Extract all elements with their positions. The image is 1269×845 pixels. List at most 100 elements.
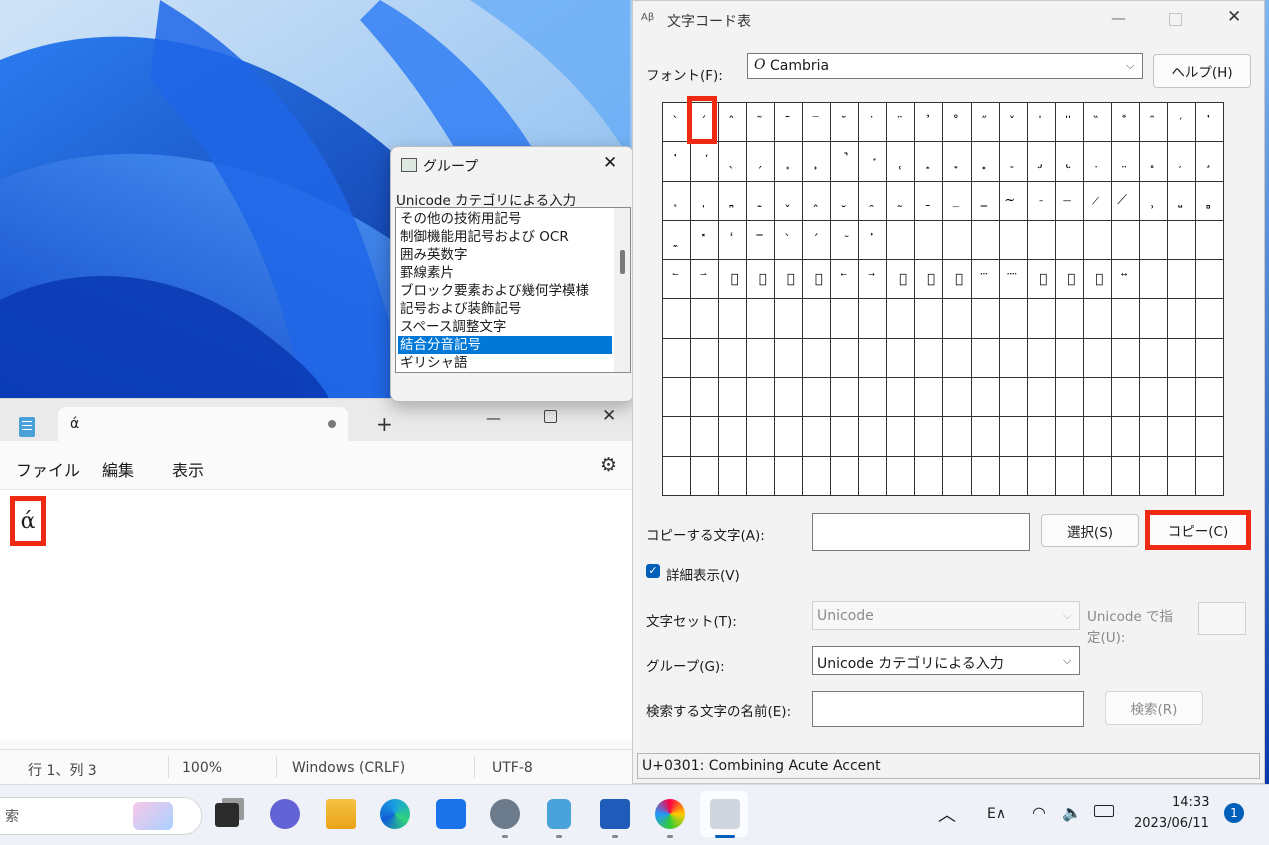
char-cell[interactable]: ⃛ — [971, 260, 1000, 300]
char-cell[interactable] — [1167, 220, 1196, 261]
char-cell[interactable]: ̾ — [719, 220, 748, 261]
char-cell[interactable] — [943, 378, 972, 418]
char-cell[interactable] — [775, 299, 804, 339]
teams-chat-icon[interactable] — [270, 799, 300, 829]
char-cell[interactable]: ⃘ — [887, 260, 916, 300]
char-cell[interactable] — [1111, 220, 1140, 261]
char-cell[interactable] — [999, 378, 1028, 418]
char-cell[interactable]: ̀ — [775, 220, 804, 261]
group-list-item[interactable]: 罫線素片 — [398, 264, 612, 282]
character-grid[interactable]: ̀ ́ ̂ ̃ ̄ ̅ ̆ ̇ ̈ ̉ ̊ ̋ ̌ ̍ ̎ ̏ ̐ ̑ ̒ ̓ … — [662, 102, 1224, 496]
microsoft-store-icon[interactable] — [436, 799, 466, 829]
wifi-icon[interactable]: ◠ — [1032, 803, 1046, 822]
search-input[interactable] — [812, 691, 1084, 727]
char-cell[interactable] — [719, 456, 748, 496]
char-cell[interactable]: ⃡ — [1111, 260, 1140, 300]
char-cell[interactable]: ̪ — [719, 181, 748, 221]
char-cell[interactable]: ̑ — [1139, 103, 1168, 143]
char-cell[interactable]: ̃ — [747, 103, 776, 143]
char-cell[interactable] — [831, 378, 860, 418]
char-cell[interactable]: ̰ — [887, 181, 916, 221]
char-cell[interactable]: ̣ — [1083, 142, 1112, 182]
char-cell[interactable] — [1055, 417, 1084, 457]
char-cell[interactable] — [1111, 417, 1140, 457]
taskbar-search[interactable]: 索 — [0, 797, 202, 835]
char-cell[interactable] — [775, 417, 804, 457]
char-cell[interactable]: ̹ — [1139, 181, 1168, 221]
char-cell[interactable] — [1139, 417, 1168, 457]
char-cell[interactable]: ̥ — [1139, 142, 1168, 182]
char-cell[interactable]: ̼ — [663, 220, 692, 261]
char-cell[interactable] — [1139, 378, 1168, 418]
char-cell[interactable] — [971, 299, 1000, 339]
char-cell[interactable]: ⃖ — [831, 260, 860, 300]
char-cell[interactable] — [691, 338, 720, 379]
char-cell[interactable]: ̗ — [747, 142, 776, 182]
char-cell[interactable] — [971, 456, 1000, 496]
char-cell[interactable]: ̊ — [943, 103, 972, 143]
char-cell[interactable] — [1083, 220, 1112, 261]
char-cell[interactable] — [859, 378, 888, 418]
char-cell[interactable] — [1027, 417, 1056, 457]
notepad-taskbar-icon[interactable] — [547, 799, 571, 829]
char-cell[interactable]: ̈ — [887, 103, 916, 143]
char-cell[interactable]: ⃙ — [915, 260, 944, 300]
char-cell[interactable]: ̦ — [1167, 142, 1196, 182]
char-cell[interactable]: ⃑ — [691, 260, 720, 300]
char-cell[interactable] — [887, 456, 916, 496]
char-cell[interactable]: ̂ — [719, 103, 748, 143]
char-cell[interactable] — [1055, 378, 1084, 418]
close-button[interactable]: ✕ — [603, 153, 617, 173]
char-cell[interactable] — [971, 220, 1000, 261]
menu-file[interactable]: ファイル — [16, 457, 80, 481]
char-cell[interactable] — [1083, 456, 1112, 496]
char-cell[interactable]: ⃞ — [1055, 260, 1084, 300]
char-cell[interactable] — [915, 378, 944, 418]
char-cell[interactable] — [971, 417, 1000, 457]
char-cell[interactable]: ̐ — [1111, 103, 1140, 143]
group-list-item[interactable]: その他の技術用記号 — [398, 210, 612, 228]
char-cell[interactable] — [719, 417, 748, 457]
char-cell[interactable] — [915, 338, 944, 379]
char-cell[interactable]: ̜ — [887, 142, 916, 182]
char-cell[interactable] — [663, 456, 692, 496]
char-cell[interactable] — [1027, 299, 1056, 339]
char-cell[interactable] — [691, 456, 720, 496]
copy-chars-input[interactable] — [812, 513, 1030, 551]
char-cell[interactable] — [1139, 260, 1168, 300]
char-cell[interactable] — [1027, 220, 1056, 261]
char-cell[interactable] — [747, 417, 776, 457]
char-cell[interactable]: ̒ — [1167, 103, 1196, 143]
char-cell[interactable] — [747, 378, 776, 418]
char-cell[interactable]: ̴ — [999, 181, 1028, 221]
unsaved-dot-icon[interactable] — [328, 420, 336, 428]
close-button[interactable]: ✕ — [602, 406, 616, 426]
char-cell[interactable] — [1111, 456, 1140, 496]
char-cell[interactable] — [1027, 456, 1056, 496]
char-cell[interactable] — [915, 299, 944, 339]
char-cell[interactable] — [1167, 260, 1196, 300]
char-cell[interactable]: ̄ — [775, 103, 804, 143]
char-cell[interactable]: ̘ — [775, 142, 804, 182]
char-cell[interactable] — [1167, 338, 1196, 379]
file-explorer-icon[interactable] — [326, 799, 356, 829]
char-cell[interactable]: ̬ — [775, 181, 804, 221]
char-cell[interactable] — [1195, 260, 1224, 300]
char-cell[interactable]: ̿ — [747, 220, 776, 261]
clock-time[interactable]: 14:33 — [1172, 795, 1209, 810]
char-cell[interactable] — [831, 417, 860, 457]
char-cell[interactable] — [1111, 378, 1140, 418]
char-cell[interactable] — [999, 220, 1028, 261]
char-cell[interactable]: ̷ — [1083, 181, 1112, 221]
char-cell[interactable]: ̙ — [803, 142, 832, 182]
settings-gear-icon[interactable]: ⚙ — [600, 454, 617, 476]
char-cell[interactable] — [887, 417, 916, 457]
advanced-view-checkbox[interactable]: ✓ — [646, 564, 660, 578]
group-list-item[interactable]: 記号および装飾記号 — [398, 300, 612, 318]
char-cell[interactable] — [915, 417, 944, 457]
char-cell[interactable] — [1167, 299, 1196, 339]
char-cell[interactable]: ̌ — [999, 103, 1028, 143]
char-cell[interactable] — [1083, 299, 1112, 339]
char-cell[interactable] — [1195, 220, 1224, 261]
char-cell[interactable] — [1027, 378, 1056, 418]
